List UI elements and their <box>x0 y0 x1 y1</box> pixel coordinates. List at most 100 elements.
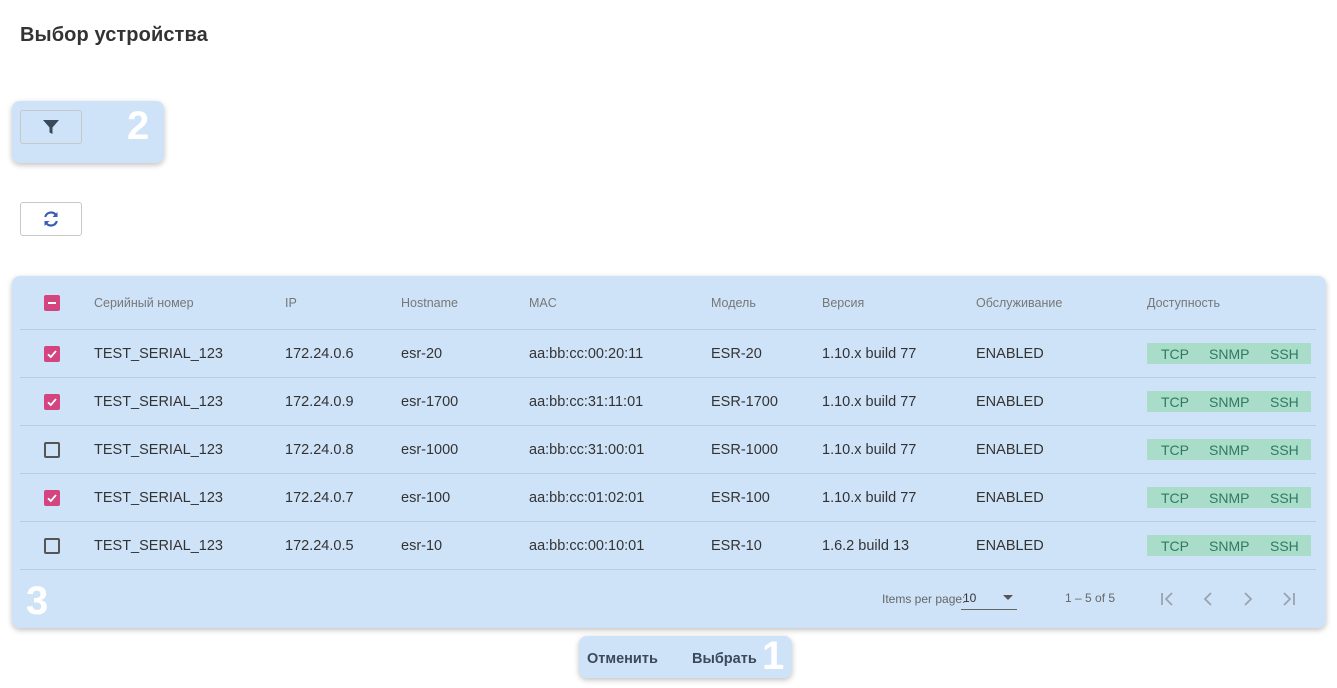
header-availability[interactable]: Доступность <box>1147 276 1220 329</box>
header-ip[interactable]: IP <box>285 276 297 329</box>
cell-model: ESR-10 <box>711 537 762 554</box>
cell-service: ENABLED <box>976 441 1044 458</box>
filter-button[interactable] <box>20 110 82 144</box>
header-mac[interactable]: MAC <box>529 276 557 329</box>
filter-icon <box>43 120 59 134</box>
cell-version: 1.10.x build 77 <box>822 489 917 506</box>
check-icon <box>47 397 57 406</box>
select-button[interactable]: Выбрать <box>692 651 757 667</box>
cell-hostname: esr-1000 <box>401 441 459 458</box>
header-serial[interactable]: Серийный номер <box>94 276 194 329</box>
badge-tcp: TCP <box>1161 537 1189 554</box>
table-header-row: Серийный номер IP Hostname MAC Модель Ве… <box>20 276 1316 330</box>
row-checkbox-cell <box>44 522 60 569</box>
badge-tcp: TCP <box>1161 393 1189 410</box>
badge-snmp: SNMP <box>1209 393 1250 410</box>
badge-snmp: SNMP <box>1209 345 1250 362</box>
cell-model: ESR-100 <box>711 489 770 506</box>
cell-mac: aa:bb:cc:31:11:01 <box>529 393 644 410</box>
badge-ssh: SSH <box>1270 441 1299 458</box>
page-title: Выбор устройства <box>20 24 208 46</box>
cell-hostname: esr-20 <box>401 345 443 362</box>
badge-tcp: TCP <box>1161 441 1189 458</box>
cell-serial: TEST_SERIAL_123 <box>94 441 223 458</box>
check-icon <box>47 493 57 502</box>
cell-serial: TEST_SERIAL_123 <box>94 393 223 410</box>
check-icon <box>47 349 57 358</box>
cell-version: 1.6.2 build 13 <box>822 537 910 554</box>
badge-snmp: SNMP <box>1209 441 1250 458</box>
availability-badges: TCP SNMP SSH <box>1147 535 1311 556</box>
first-page-button[interactable] <box>1156 588 1180 610</box>
row-checkbox[interactable] <box>44 537 60 554</box>
row-checkbox-cell <box>44 378 60 425</box>
availability-badges: TCP SNMP SSH <box>1147 439 1311 460</box>
cell-mac: aa:bb:cc:31:00:01 <box>529 441 645 458</box>
badge-snmp: SNMP <box>1209 489 1250 506</box>
cell-mac: aa:bb:cc:00:20:11 <box>529 345 644 362</box>
row-checkbox[interactable] <box>44 441 60 458</box>
cell-model: ESR-20 <box>711 345 762 362</box>
cell-mac: aa:bb:cc:01:02:01 <box>529 489 645 506</box>
row-checkbox-cell <box>44 474 60 521</box>
badge-snmp: SNMP <box>1209 537 1250 554</box>
header-service[interactable]: Обслуживание <box>976 276 1062 329</box>
header-version[interactable]: Версия <box>822 276 864 329</box>
cell-model: ESR-1700 <box>711 393 778 410</box>
previous-page-button[interactable] <box>1196 588 1220 610</box>
cell-ip: 172.24.0.7 <box>285 489 354 506</box>
badge-ssh: SSH <box>1270 537 1299 554</box>
row-checkbox[interactable] <box>44 489 60 506</box>
chevron-right-icon <box>1244 592 1253 606</box>
annotation-number-3: 3 <box>26 579 49 623</box>
cell-service: ENABLED <box>976 537 1044 554</box>
table-row[interactable]: TEST_SERIAL_123 172.24.0.9 esr-1700 aa:b… <box>20 378 1316 426</box>
header-hostname[interactable]: Hostname <box>401 276 458 329</box>
annotation-number-2: 2 <box>127 104 150 148</box>
chevron-left-icon <box>1203 592 1212 606</box>
refresh-button[interactable] <box>20 202 82 236</box>
badge-tcp: TCP <box>1161 345 1189 362</box>
next-page-button[interactable] <box>1236 588 1260 610</box>
cell-mac: aa:bb:cc:00:10:01 <box>529 537 645 554</box>
page-range-label: 1 – 5 of 5 <box>1065 591 1116 605</box>
row-checkbox[interactable] <box>44 393 60 410</box>
badge-ssh: SSH <box>1270 345 1299 362</box>
badge-tcp: TCP <box>1161 489 1189 506</box>
last-page-button[interactable] <box>1276 588 1300 610</box>
cell-serial: TEST_SERIAL_123 <box>94 345 223 362</box>
table-row[interactable]: TEST_SERIAL_123 172.24.0.8 esr-1000 aa:b… <box>20 426 1316 474</box>
cell-version: 1.10.x build 77 <box>822 345 917 362</box>
header-model[interactable]: Модель <box>711 276 756 329</box>
table-row[interactable]: TEST_SERIAL_123 172.24.0.5 esr-10 aa:bb:… <box>20 522 1316 570</box>
cell-model: ESR-1000 <box>711 441 778 458</box>
cell-ip: 172.24.0.5 <box>285 537 354 554</box>
cell-ip: 172.24.0.9 <box>285 393 354 410</box>
annotation-number-1: 1 <box>762 634 785 678</box>
page-size-select[interactable]: 10 <box>961 586 1017 610</box>
cell-ip: 172.24.0.6 <box>285 345 354 362</box>
page-size-value: 10 <box>963 591 977 605</box>
cell-version: 1.10.x build 77 <box>822 441 917 458</box>
cancel-button[interactable]: Отменить <box>587 651 658 667</box>
items-per-page-label: Items per page: <box>882 592 966 606</box>
cell-serial: TEST_SERIAL_123 <box>94 489 223 506</box>
table-row[interactable]: TEST_SERIAL_123 172.24.0.7 esr-100 aa:bb… <box>20 474 1316 522</box>
cell-service: ENABLED <box>976 345 1044 362</box>
row-checkbox[interactable] <box>44 345 60 362</box>
select-all-cell <box>44 276 60 329</box>
row-checkbox-cell <box>44 426 60 473</box>
last-page-icon <box>1283 592 1295 606</box>
cell-version: 1.10.x build 77 <box>822 393 917 410</box>
cell-service: ENABLED <box>976 393 1044 410</box>
chevron-down-icon <box>1003 595 1013 600</box>
cell-hostname: esr-10 <box>401 537 443 554</box>
cell-hostname: esr-100 <box>401 489 451 506</box>
availability-badges: TCP SNMP SSH <box>1147 487 1311 508</box>
select-all-checkbox[interactable] <box>44 294 60 311</box>
table-row[interactable]: TEST_SERIAL_123 172.24.0.6 esr-20 aa:bb:… <box>20 330 1316 378</box>
badge-ssh: SSH <box>1270 489 1299 506</box>
refresh-icon <box>44 211 58 227</box>
first-page-icon <box>1161 592 1173 606</box>
badge-ssh: SSH <box>1270 393 1299 410</box>
